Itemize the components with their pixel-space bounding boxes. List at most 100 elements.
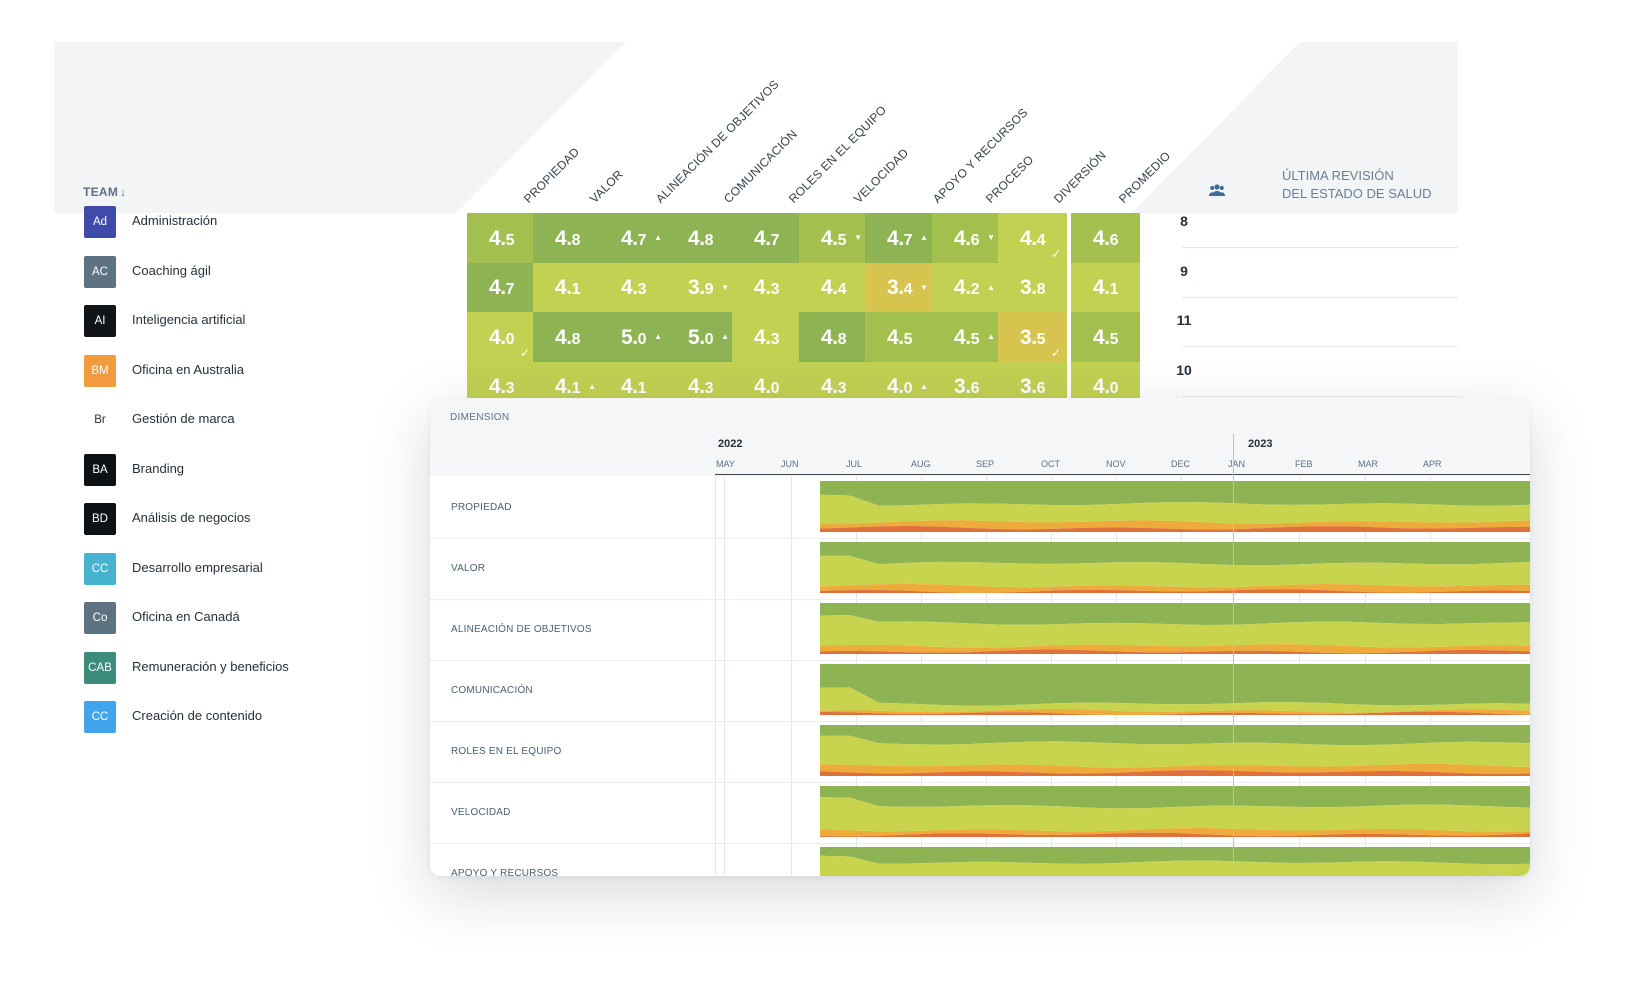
score-cell[interactable]: 4.3 — [732, 262, 801, 314]
score-cell[interactable]: 4.0 — [732, 361, 801, 398]
score-cell[interactable]: 4.3 — [799, 361, 868, 398]
score-cell[interactable]: 4.0 ✓ — [467, 312, 536, 363]
score-cell[interactable]: 4.7 — [732, 213, 801, 264]
trend-up-icon: ▲ — [987, 332, 995, 341]
score-whole: 4 — [754, 226, 766, 250]
score-value: 4.8 — [555, 325, 580, 349]
score-whole: 4 — [821, 226, 833, 250]
score-whole: 4 — [887, 375, 899, 398]
score-cell[interactable]: 3.6 — [998, 361, 1067, 398]
score-cell[interactable]: 4.1 — [533, 262, 602, 314]
average-score-cell[interactable]: 4.1 — [1071, 262, 1140, 314]
dimension-streamgraph[interactable] — [820, 847, 1530, 876]
team-name[interactable]: Inteligencia artificial — [132, 312, 245, 327]
dimension-row[interactable]: ROLES EN EL EQUIPO — [430, 720, 1530, 783]
score-cell[interactable]: 5.0 ▲ — [599, 312, 668, 363]
team-name[interactable]: Administración — [132, 213, 217, 228]
team-name[interactable]: Branding — [132, 461, 184, 476]
score-cell[interactable]: 4.5 ▲ — [932, 312, 1001, 363]
dimension-streamgraph[interactable] — [820, 786, 1530, 837]
dimension-row[interactable]: PROPIEDAD — [430, 476, 1530, 539]
dimension-streamgraph[interactable] — [820, 481, 1530, 532]
score-cell[interactable]: 4.1 — [599, 361, 668, 398]
score-cell[interactable]: 3.5 ✓ — [998, 312, 1067, 363]
score-cell[interactable]: 4.5 — [865, 312, 934, 363]
score-cell[interactable]: 4.3 — [467, 361, 536, 398]
score-cell[interactable]: 3.4 ▼ — [865, 262, 934, 314]
team-name[interactable]: Creación de contenido — [132, 708, 262, 723]
score-cell[interactable]: 3.8 — [998, 262, 1067, 314]
trend-up-icon: ▲ — [987, 282, 995, 292]
score-cell[interactable]: 4.8 — [533, 312, 602, 363]
average-score-cell[interactable]: 4.6 — [1071, 213, 1140, 264]
team-avatar: CC — [84, 701, 116, 733]
dimension-name: VALOR — [451, 563, 486, 574]
team-name[interactable]: Oficina en Canadá — [132, 609, 240, 624]
score-cell[interactable]: 4.5 — [467, 213, 536, 264]
score-cell[interactable]: 4.2 ▲ — [932, 262, 1001, 314]
score-cell[interactable]: 4.8 — [799, 312, 868, 363]
score-whole: 4 — [688, 375, 700, 398]
dimension-streamgraph[interactable] — [820, 725, 1530, 776]
score-cell[interactable]: 4.3 — [732, 312, 801, 363]
score-whole: 4 — [555, 375, 567, 398]
score-cell[interactable]: 4.7 ▲ — [599, 213, 668, 264]
team-avatar: BA — [84, 453, 116, 486]
score-cell[interactable]: 4.4 ✓ — [998, 213, 1067, 264]
score-cell[interactable]: 4.3 — [666, 361, 735, 398]
score-whole: 4 — [555, 325, 567, 349]
dimension-streamgraph[interactable] — [820, 603, 1530, 654]
team-name[interactable]: Desarrollo empresarial — [132, 560, 263, 575]
dimension-row[interactable]: ALINEACIÓN DE OBJETIVOS — [430, 598, 1530, 661]
score-cell[interactable]: 4.7 — [467, 262, 536, 314]
dimension-name: PROPIEDAD — [451, 502, 512, 513]
axis-line — [715, 474, 1530, 475]
score-whole: 5 — [621, 325, 633, 349]
score-cell[interactable]: 4.3 — [599, 262, 668, 314]
score-decimal: 6 — [1036, 380, 1046, 397]
score-cell[interactable]: 4.1 ▲ — [533, 361, 602, 398]
team-name[interactable]: Análisis de negocios — [132, 510, 251, 525]
score-decimal: 9 — [704, 281, 714, 298]
score-value: 3.6 — [1020, 375, 1045, 398]
team-name[interactable]: Remuneración y beneficios — [132, 659, 289, 674]
team-name[interactable]: Coaching ágil — [132, 263, 211, 278]
score-value: 4.1 — [555, 276, 581, 299]
dimension-row[interactable]: VELOCIDAD — [430, 781, 1530, 844]
month-label: JUL — [846, 459, 863, 469]
year-divider — [1233, 434, 1234, 876]
dimension-row[interactable]: VALOR — [430, 537, 1530, 600]
average-score-cell[interactable]: 4.5 — [1071, 312, 1140, 363]
score-value: 4.1 — [555, 375, 580, 398]
score-whole: 3 — [1020, 276, 1032, 299]
score-whole: 4 — [688, 226, 700, 250]
dimension-streamgraph[interactable] — [820, 664, 1530, 715]
score-cell[interactable]: 3.6 — [932, 361, 1001, 398]
score-decimal: 4 — [903, 281, 913, 298]
score-decimal: 0 — [770, 380, 780, 397]
score-cell[interactable]: 4.5 ▼ — [799, 213, 868, 264]
score-cell[interactable]: 3.9 ▼ — [666, 262, 735, 314]
team-name[interactable]: Oficina en Australia — [132, 362, 244, 377]
score-cell[interactable]: 4.8 — [533, 213, 602, 264]
score-cell[interactable]: 5.0 ▲ — [666, 312, 735, 363]
score-decimal: 8 — [571, 231, 581, 249]
team-name[interactable]: Gestión de marca — [132, 411, 235, 426]
score-whole: 4 — [555, 276, 567, 299]
dimension-row[interactable]: COMUNICACIÓN — [430, 659, 1530, 722]
score-decimal: 1 — [571, 281, 581, 298]
average-score-cell[interactable]: 4.0 — [1071, 361, 1140, 398]
team-avatar: AC — [84, 255, 116, 288]
year-label: 2023 — [1248, 438, 1273, 450]
score-cell[interactable]: 4.8 — [666, 213, 735, 264]
dimension-streamgraph[interactable] — [820, 542, 1530, 593]
month-label: MAY — [716, 459, 735, 469]
score-cell[interactable]: 4.4 — [799, 262, 868, 314]
score-cell[interactable]: 4.0 ▲ — [865, 361, 934, 398]
dimension-row[interactable]: APOYO Y RECURSOS — [430, 842, 1530, 876]
stream-layer — [820, 542, 1530, 566]
score-value: 4.5 — [1093, 325, 1118, 349]
score-cell[interactable]: 4.6 ▼ — [932, 213, 1001, 264]
trend-up-icon: ▲ — [920, 381, 928, 391]
score-cell[interactable]: 4.7 ▲ — [865, 213, 934, 264]
